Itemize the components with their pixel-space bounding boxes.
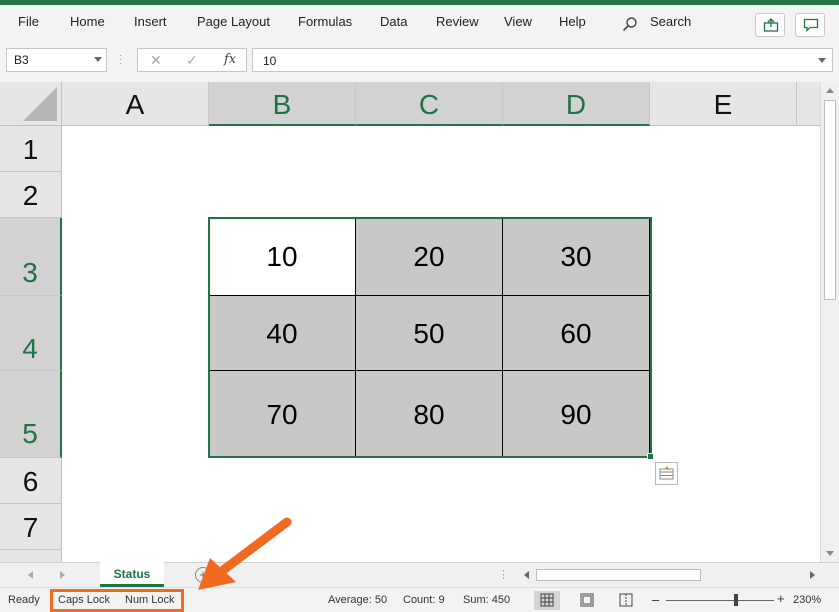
formula-bar: B3 · · · ✕ ✓ fx 10 xyxy=(0,38,839,82)
share-icon xyxy=(763,18,779,32)
vertical-scroll-thumb[interactable] xyxy=(824,100,836,300)
formula-input-value: 10 xyxy=(263,54,277,68)
zoom-out-button[interactable]: – xyxy=(652,592,659,607)
comment-icon xyxy=(803,18,819,32)
horizontal-scrollbar[interactable] xyxy=(520,568,819,582)
formula-input[interactable]: 10 xyxy=(252,48,833,72)
status-sum: Sum: 450 xyxy=(463,594,511,606)
column-header-c[interactable]: C xyxy=(356,82,503,126)
row-header-3[interactable]: 3 xyxy=(0,218,62,296)
prev-sheet-icon[interactable] xyxy=(28,571,33,579)
fill-handle[interactable] xyxy=(647,453,654,460)
row-header-4[interactable]: 4 xyxy=(0,296,62,371)
cell-b3[interactable]: 10 xyxy=(209,218,356,296)
tab-split-handle-icon[interactable]: ⋮ xyxy=(498,568,509,581)
select-all-button[interactable] xyxy=(0,82,62,126)
search-icon[interactable] xyxy=(622,16,638,32)
chevron-down-icon[interactable] xyxy=(94,57,102,62)
sheet-tab-bar: Status + ⋮ xyxy=(0,562,839,587)
sheet-tab-status[interactable]: Status xyxy=(100,562,164,587)
row-header-2[interactable]: 2 xyxy=(0,172,62,218)
cell-b4[interactable]: 40 xyxy=(209,296,356,371)
search-box[interactable]: Search xyxy=(650,14,691,29)
tab-formulas[interactable]: Formulas xyxy=(298,14,352,29)
expand-formula-bar-icon[interactable] xyxy=(818,58,826,63)
tab-page-layout[interactable]: Page Layout xyxy=(197,14,270,29)
tab-view[interactable]: View xyxy=(504,14,532,29)
share-button[interactable] xyxy=(755,13,785,37)
cell-d4[interactable]: 60 xyxy=(503,296,650,371)
name-box-value: B3 xyxy=(14,53,29,67)
page-layout-view-icon xyxy=(580,593,594,607)
row-header-6[interactable]: 6 xyxy=(0,458,62,504)
scroll-left-icon[interactable] xyxy=(524,571,529,579)
column-header-f[interactable] xyxy=(797,82,820,126)
callout-highlight-box xyxy=(50,589,184,612)
add-sheet-icon[interactable]: + xyxy=(195,567,211,583)
quick-analysis-icon xyxy=(659,466,674,480)
name-box[interactable]: B3 xyxy=(6,48,107,72)
cell-c4[interactable]: 50 xyxy=(356,296,503,371)
scroll-up-icon[interactable] xyxy=(826,88,834,93)
status-count: Count: 9 xyxy=(403,594,445,606)
page-break-view-icon xyxy=(619,593,633,607)
status-bar: Ready Caps Lock Num Lock Average: 50 Cou… xyxy=(0,587,839,612)
page-layout-view-button[interactable] xyxy=(574,591,600,610)
column-header-d[interactable]: D xyxy=(503,82,650,126)
cell-b5[interactable]: 70 xyxy=(209,371,356,458)
tab-home[interactable]: Home xyxy=(70,14,105,29)
status-average: Average: 50 xyxy=(328,594,388,606)
column-header-e[interactable]: E xyxy=(650,82,797,126)
column-header-a[interactable]: A xyxy=(62,82,209,126)
horizontal-scroll-thumb[interactable] xyxy=(536,569,701,581)
page-break-view-button[interactable] xyxy=(613,591,639,610)
zoom-in-button[interactable]: + xyxy=(777,591,785,606)
cancel-icon[interactable]: ✕ xyxy=(150,52,162,69)
row-header-7[interactable]: 7 xyxy=(0,504,62,550)
ribbon-tabs: File Home Insert Page Layout Formulas Da… xyxy=(0,5,839,38)
tab-file[interactable]: File xyxy=(18,14,39,29)
cell-c5[interactable]: 80 xyxy=(356,371,503,458)
tab-help[interactable]: Help xyxy=(559,14,586,29)
normal-view-icon xyxy=(540,593,554,607)
insert-function-icon[interactable]: fx xyxy=(224,52,236,67)
scroll-down-icon[interactable] xyxy=(826,551,834,556)
zoom-slider-track[interactable] xyxy=(666,600,774,601)
enter-icon[interactable]: ✓ xyxy=(186,52,198,69)
normal-view-button[interactable] xyxy=(534,591,560,610)
cell-d3[interactable]: 30 xyxy=(503,218,650,296)
row-header-1[interactable]: 1 xyxy=(0,126,62,172)
cell-d5[interactable]: 90 xyxy=(503,371,650,458)
status-ready: Ready xyxy=(8,594,40,606)
zoom-slider-thumb[interactable] xyxy=(734,594,738,606)
select-all-triangle-icon xyxy=(23,87,57,121)
vertical-scrollbar[interactable] xyxy=(820,82,839,562)
cell-c3[interactable]: 20 xyxy=(356,218,503,296)
comments-button[interactable] xyxy=(795,13,825,37)
zoom-level[interactable]: 230% xyxy=(793,594,821,606)
column-header-b[interactable]: B xyxy=(209,82,356,126)
row-header-5[interactable]: 5 xyxy=(0,371,62,458)
formula-buttons: ✕ ✓ fx xyxy=(137,48,247,72)
row-header-8[interactable] xyxy=(0,550,62,562)
scroll-right-icon[interactable] xyxy=(810,571,815,579)
drag-handle-icon[interactable]: · · · xyxy=(119,51,122,69)
excel-window: File Home Insert Page Layout Formulas Da… xyxy=(0,0,839,612)
tab-data[interactable]: Data xyxy=(380,14,407,29)
tab-review[interactable]: Review xyxy=(436,14,479,29)
worksheet-grid[interactable]: A B C D E 1 2 3 4 5 6 7 10 20 30 40 50 6… xyxy=(0,82,820,562)
tab-insert[interactable]: Insert xyxy=(134,14,167,29)
next-sheet-icon[interactable] xyxy=(60,571,65,579)
quick-analysis-button[interactable] xyxy=(655,462,678,485)
